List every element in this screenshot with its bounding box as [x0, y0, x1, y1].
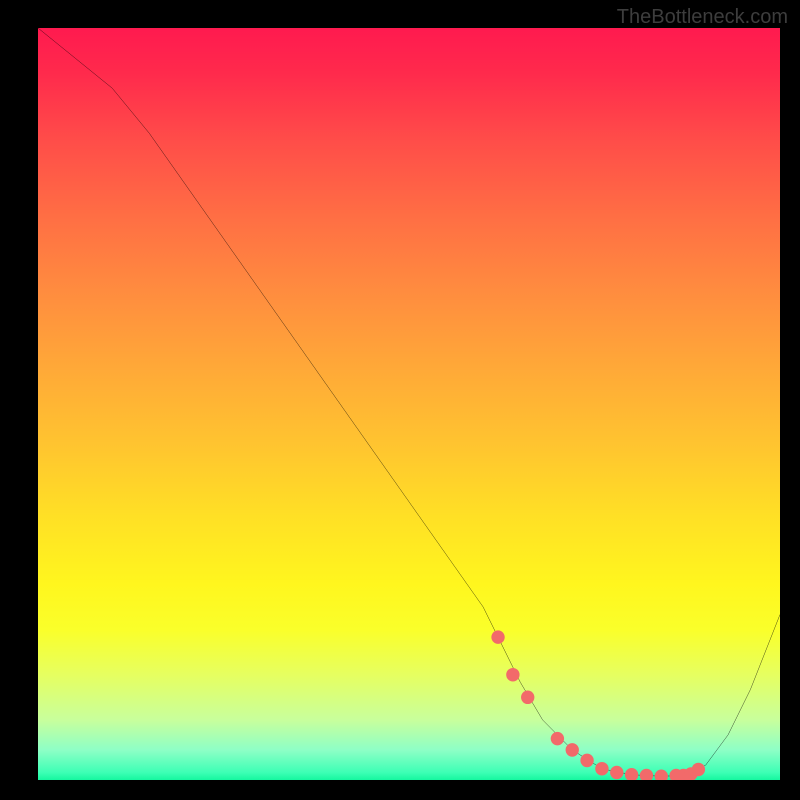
- watermark-text: TheBottleneck.com: [617, 6, 788, 29]
- highlight-marker: [551, 732, 564, 746]
- highlight-marker: [625, 768, 638, 780]
- highlight-marker: [506, 668, 519, 682]
- highlight-markers: [491, 630, 705, 780]
- chart-plot-area: [38, 28, 780, 780]
- highlight-marker: [640, 769, 653, 780]
- bottleneck-curve: [38, 28, 780, 776]
- chart-svg: [38, 28, 780, 780]
- highlight-marker: [566, 743, 579, 757]
- highlight-marker: [692, 763, 705, 777]
- highlight-marker: [521, 691, 534, 705]
- highlight-marker: [595, 762, 608, 776]
- highlight-marker: [655, 769, 668, 780]
- highlight-marker: [580, 754, 593, 768]
- highlight-marker: [610, 766, 623, 780]
- highlight-marker: [491, 630, 504, 644]
